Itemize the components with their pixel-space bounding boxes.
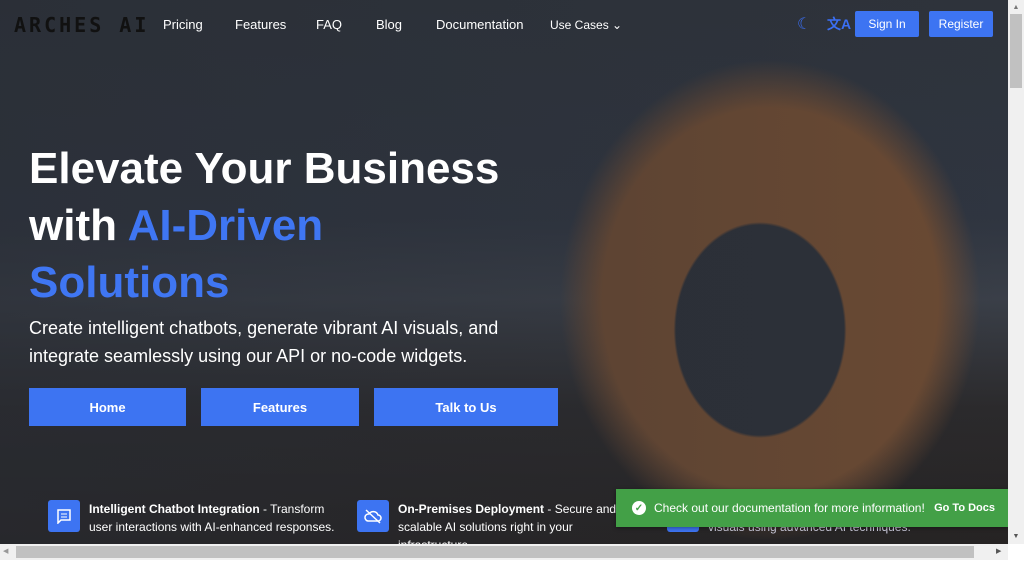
hero-subtitle: Create intelligent chatbots, generate vi…	[29, 318, 499, 366]
nav-blog[interactable]: Blog	[376, 17, 402, 32]
nav-documentation[interactable]: Documentation	[436, 17, 523, 32]
check-circle-icon: ✓	[632, 501, 646, 515]
features-button[interactable]: Features	[201, 388, 359, 426]
translate-icon[interactable]: 文A	[827, 14, 851, 34]
nav-faq[interactable]: FAQ	[316, 17, 342, 32]
chat-icon	[48, 500, 80, 532]
home-button[interactable]: Home	[29, 388, 186, 426]
feature-chatbot: Intelligent Chatbot Integration - Transf…	[48, 500, 348, 536]
page-title: Elevate Your Business with AI-Driven Solut…	[29, 144, 500, 307]
talk-to-us-button[interactable]: Talk to Us	[374, 388, 558, 426]
hero-section: ARCHES AI Pricing Features FAQ Blog Docu…	[0, 0, 1008, 544]
horizontal-scrollbar[interactable]: ◀ ▶	[0, 544, 1008, 560]
moon-icon[interactable]: ☾	[797, 14, 811, 34]
go-to-docs-button[interactable]: Go To Docs	[934, 502, 995, 514]
vertical-scrollbar[interactable]: ▲ ▼	[1008, 0, 1024, 544]
register-button[interactable]: Register	[929, 11, 993, 37]
nav-use-cases[interactable]: Use Cases ⌄	[550, 18, 622, 32]
logo[interactable]: ARCHES AI	[14, 13, 149, 37]
nav-features[interactable]: Features	[235, 17, 286, 32]
feature-on-premises: On-Premises Deployment - Secure and scal…	[357, 500, 617, 544]
toast-notification: ✓ Check out our documentation for more i…	[616, 489, 1008, 527]
cloud-off-icon	[357, 500, 389, 532]
nav-pricing[interactable]: Pricing	[163, 17, 203, 32]
chevron-down-icon: ⌄	[612, 18, 623, 32]
sign-in-button[interactable]: Sign In	[855, 11, 919, 37]
